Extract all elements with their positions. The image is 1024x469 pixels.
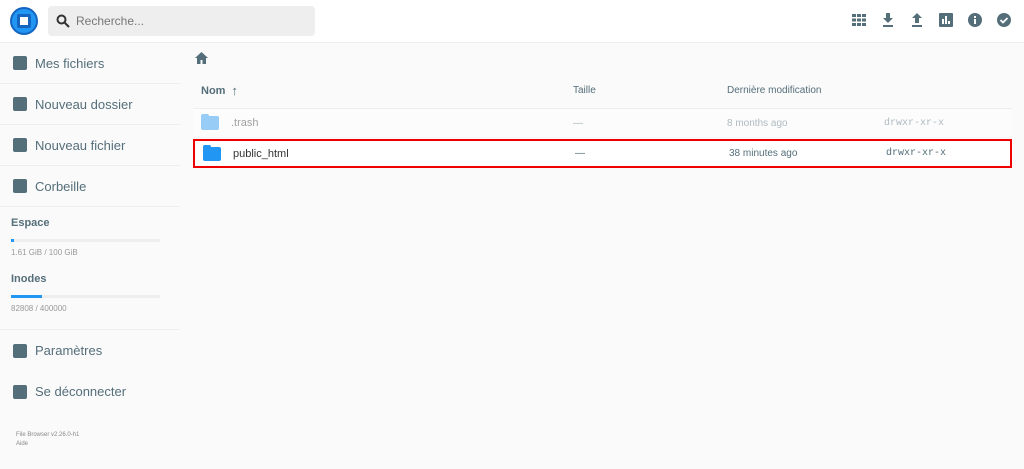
- sidebar-item-settings[interactable]: Paramètres: [0, 330, 180, 371]
- table-row[interactable]: public_html — 38 minutes ago drwxr-xr-x: [193, 139, 1012, 168]
- footer: File Browser v2.26.0-h1 Aide: [16, 431, 79, 449]
- folder-icon: [201, 114, 219, 130]
- space-bar: [11, 239, 160, 242]
- search-input[interactable]: Recherche...: [48, 6, 315, 36]
- sidebar-item-new-folder[interactable]: Nouveau dossier: [0, 84, 180, 125]
- download-icon[interactable]: [880, 12, 896, 28]
- sidebar-item-trash[interactable]: Corbeille: [0, 166, 180, 207]
- sidebar-item-new-file[interactable]: Nouveau fichier: [0, 125, 180, 166]
- settings-icon: [13, 343, 27, 358]
- label: Nouveau fichier: [35, 137, 126, 153]
- name-header: Nom: [201, 84, 226, 97]
- folder-icon: [203, 144, 221, 161]
- size-header[interactable]: Taille: [573, 85, 727, 96]
- file-modified: 8 months ago: [727, 117, 788, 129]
- sidebar-item-logout[interactable]: Se déconnecter: [0, 371, 180, 412]
- file-name: public_html: [233, 147, 289, 160]
- inodes-title: Inodes: [11, 273, 47, 285]
- modified-header[interactable]: Dernière modification: [727, 85, 884, 96]
- sidebar: Mes fichiers Nouveau dossier Nouveau fic…: [0, 43, 180, 412]
- label: Corbeille: [35, 178, 87, 194]
- check-circle-icon[interactable]: [996, 12, 1012, 28]
- info-icon[interactable]: [967, 12, 983, 28]
- label: Paramètres: [35, 343, 103, 358]
- file-name: .trash: [231, 117, 259, 129]
- space-value: 1.61 GiB / 100 GiB: [11, 248, 78, 257]
- trash-icon: [13, 179, 27, 193]
- grid-view-icon[interactable]: [851, 12, 867, 28]
- sort-by-name[interactable]: Nom ↑: [193, 83, 573, 98]
- top-bar: Recherche...: [0, 0, 1024, 43]
- label: Mes fichiers: [35, 55, 105, 71]
- file-permissions: drwxr-xr-x: [886, 148, 947, 159]
- space-title: Espace: [11, 217, 50, 229]
- search-icon: [56, 14, 70, 28]
- inodes-bar: [11, 295, 160, 298]
- file-permissions: drwxr-xr-x: [884, 117, 945, 129]
- file-modified: 38 minutes ago: [729, 148, 798, 159]
- inodes-value: 82808 / 400000: [11, 304, 67, 313]
- new-folder-icon: [13, 97, 27, 111]
- breadcrumb: [193, 43, 1012, 73]
- label: Se déconnecter: [35, 384, 127, 399]
- help-link[interactable]: Aide: [16, 440, 79, 449]
- upload-icon[interactable]: [909, 12, 925, 28]
- new-file-icon: [13, 138, 27, 152]
- home-icon[interactable]: [195, 52, 208, 64]
- file-listing: Nom ↑ Taille Dernière modification .trash…: [193, 43, 1012, 168]
- file-size: —: [573, 117, 583, 129]
- table-header: Nom ↑ Taille Dernière modification: [193, 73, 1012, 109]
- file-size: —: [575, 148, 585, 159]
- sidebar-item-my-files[interactable]: Mes fichiers: [0, 43, 180, 84]
- folder-icon: [13, 56, 27, 70]
- logout-icon: [13, 384, 27, 399]
- chart-icon[interactable]: [938, 12, 954, 28]
- table-row[interactable]: .trash — 8 months ago drwxr-xr-x: [193, 109, 1012, 138]
- logo[interactable]: [10, 7, 38, 35]
- version: File Browser v2.26.0-h1: [16, 432, 80, 438]
- quota: Espace 1.61 GiB / 100 GiB Inodes 82808 /…: [0, 207, 180, 330]
- search-placeholder: Recherche...: [76, 14, 145, 28]
- arrow-up-icon: ↑: [231, 83, 238, 98]
- label: Nouveau dossier: [35, 96, 133, 112]
